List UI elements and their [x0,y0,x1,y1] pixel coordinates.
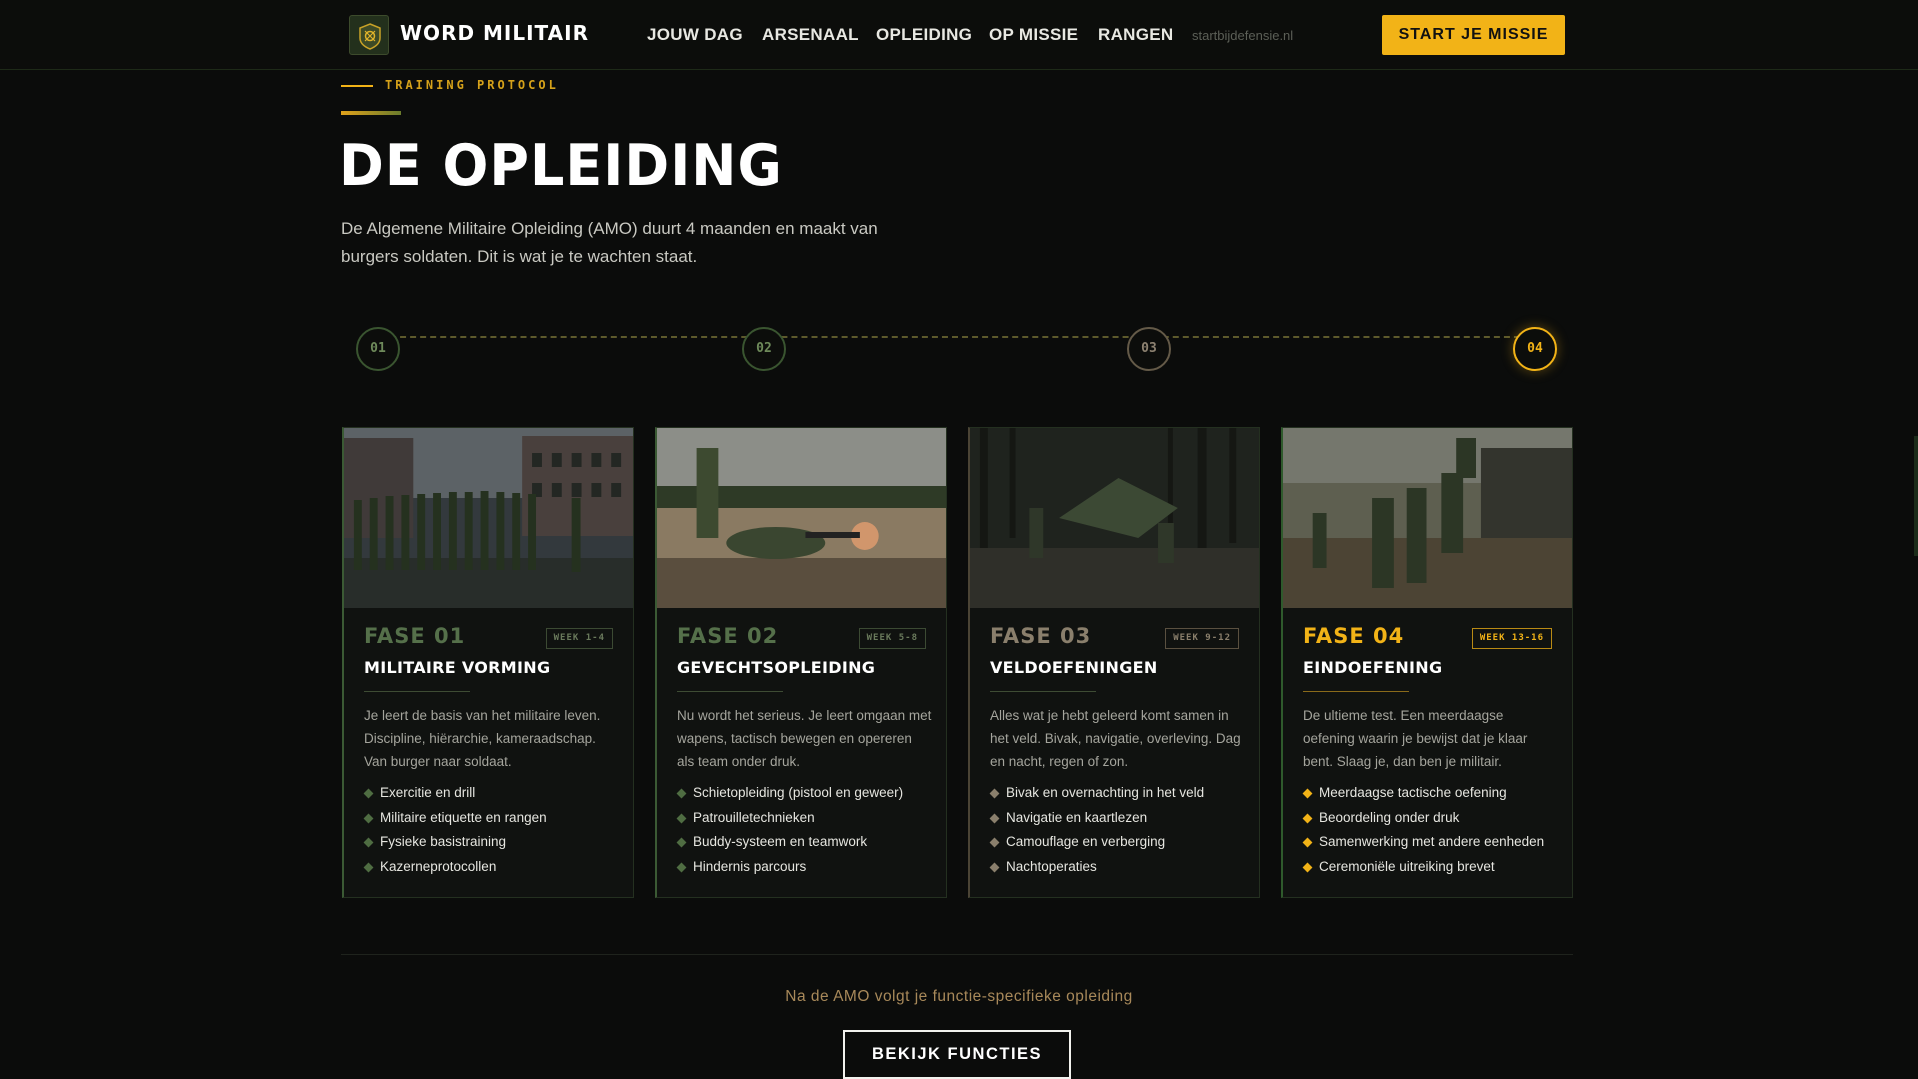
timeline-step-04-active[interactable]: 04 [1513,327,1557,371]
diamond-bullet-icon [1302,837,1313,848]
list-item: Meerdaagse tactische oefening [1302,785,1544,810]
diamond-bullet-icon [989,813,1000,823]
list-item: Patrouilletechnieken [676,810,903,835]
diamond-bullet-icon [989,788,1000,799]
top-navbar: WORD MILITAIR JOUW DAG ARSENAAL OPLEIDIN… [0,0,1918,70]
list-item: Hindernis parcours [676,859,903,884]
week-badge: WEEK 5-8 [858,628,926,649]
timeline-track [380,336,1530,338]
eyebrow-line [341,85,373,87]
diamond-bullet-icon [1302,862,1313,872]
section-divider [341,954,1573,955]
timeline-step-01[interactable]: 01 [356,327,400,371]
brand-name[interactable]: WORD MILITAIR [400,21,589,45]
diamond-bullet-icon [676,788,687,799]
title-divider [677,691,783,692]
title-divider [990,691,1096,692]
phase-title: EINDOEFENING [1303,658,1443,677]
nav-link-op-missie[interactable]: OP MISSIE [989,25,1078,45]
phase-title: GEVECHTSOPLEIDING [677,658,876,677]
external-site-link[interactable]: startbijdefensie.nl [1192,28,1293,43]
phase-description: Je leert de basis van het militaire leve… [364,708,601,769]
phase-bullet-list: Schietopleiding (pistool en geweer) Patr… [676,785,903,884]
phase-label: FASE 04 [1303,624,1405,648]
phase-label: FASE 02 [677,624,779,648]
page-title: DE OPLEIDING [339,132,783,199]
phase-label: FASE 01 [364,624,466,648]
nav-link-arsenaal[interactable]: ARSENAAL [762,25,859,45]
phase-card-04[interactable]: FASE 04 WEEK 13-16 EINDOEFENING De ultie… [1281,427,1573,898]
phase-title: VELDOEFENINGEN [990,658,1158,677]
list-item: Exercitie en drill [363,785,547,810]
list-item: Bivak en overnachting in het veld [989,785,1204,810]
list-item: Fysieke basistraining [363,834,547,859]
timeline-step-03[interactable]: 03 [1127,327,1171,371]
nav-link-opleiding[interactable]: OPLEIDING [876,25,972,45]
follow-up-note: Na de AMO volgt je functie-specifieke op… [785,988,1133,1005]
phase-title: MILITAIRE VORMING [364,658,551,677]
scrollbar-thumb[interactable] [1914,436,1918,556]
list-item: Navigatie en kaartlezen [989,810,1204,835]
diamond-bullet-icon [676,862,687,872]
list-item: Buddy-systeem en teamwork [676,834,903,859]
list-item: Kazerneprotocollen [363,859,547,884]
diamond-bullet-icon [676,813,687,823]
list-item: Camouflage en verberging [989,834,1204,859]
view-functions-button[interactable]: BEKIJK FUNCTIES [843,1030,1071,1079]
timeline-step-02[interactable]: 02 [742,327,786,371]
phase-label: FASE 03 [990,624,1092,648]
nav-link-jouw-dag[interactable]: JOUW DAG [647,25,743,45]
diamond-bullet-icon [989,837,1000,848]
list-item: Beoordeling onder druk [1302,810,1544,835]
start-mission-button[interactable]: START JE MISSIE [1382,15,1565,55]
nav-link-rangen[interactable]: RANGEN [1098,25,1173,45]
phase-02-photo [657,428,946,608]
diamond-bullet-icon [1302,813,1313,823]
phase-bullet-list: Bivak en overnachting in het veld Naviga… [989,785,1204,884]
phase-03-photo [970,428,1259,608]
week-badge: WEEK 13-16 [1471,628,1552,649]
phase-card-01[interactable]: FASE 01 WEEK 1-4 MILITAIRE VORMING Je le… [342,427,634,898]
title-accent-bar [341,111,401,115]
phase-description: De ultieme test. Een meerdaagse oefening… [1303,708,1528,769]
diamond-bullet-icon [363,813,374,823]
list-item: Nachtoperaties [989,859,1204,884]
diamond-bullet-icon [989,862,1000,872]
phase-card-03[interactable]: FASE 03 WEEK 9-12 VELDOEFENINGEN Alles w… [968,427,1260,898]
week-badge: WEEK 1-4 [545,628,613,649]
week-badge: WEEK 9-12 [1165,628,1239,649]
phase-description: Alles wat je hebt geleerd komt samen in … [990,708,1241,769]
diamond-bullet-icon [1302,788,1313,799]
diamond-bullet-icon [363,862,374,872]
phase-card-02[interactable]: FASE 02 WEEK 5-8 GEVECHTSOPLEIDING Nu wo… [655,427,947,898]
title-divider [1303,691,1409,692]
phase-04-photo [1283,428,1572,608]
diamond-bullet-icon [676,837,687,848]
diamond-bullet-icon [363,837,374,848]
section-intro: De Algemene Militaire Opleiding (AMO) du… [341,219,878,266]
phase-description: Nu wordt het serieus. Je leert omgaan me… [677,708,932,769]
diamond-bullet-icon [363,788,374,799]
phase-bullet-list: Meerdaagse tactische oefening Beoordelin… [1302,785,1544,884]
list-item: Militaire etiquette en rangen [363,810,547,835]
phase-bullet-list: Exercitie en drill Militaire etiquette e… [363,785,547,884]
section-eyebrow: TRAINING PROTOCOL [385,78,559,92]
list-item: Samenwerking met andere eenheden [1302,834,1544,859]
emblem-icon[interactable] [349,15,389,55]
list-item: Ceremoniële uitreiking brevet [1302,859,1544,884]
list-item: Schietopleiding (pistool en geweer) [676,785,903,810]
phase-01-photo [344,428,633,608]
title-divider [364,691,470,692]
